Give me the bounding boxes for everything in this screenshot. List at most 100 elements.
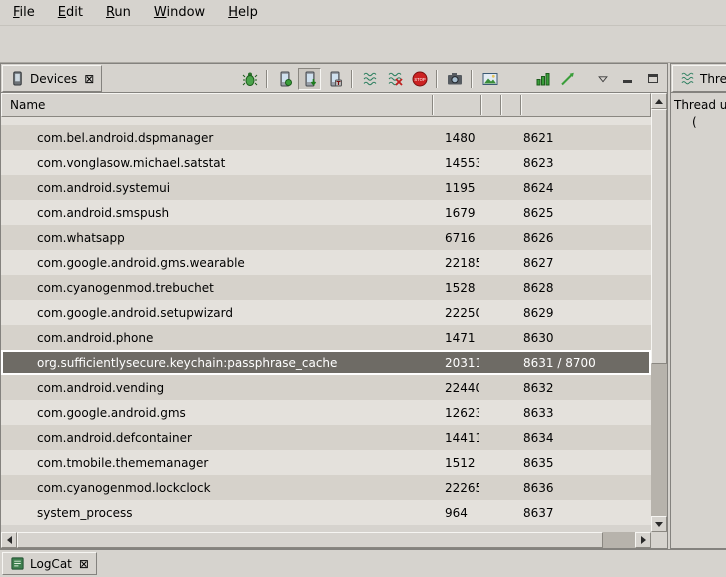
arrow-up-icon [655, 99, 663, 104]
tab-threads[interactable]: Threa [672, 65, 726, 92]
process-port: 8626 [519, 231, 651, 245]
table-row[interactable]: system_process 964 8637 [1, 500, 651, 525]
tab-devices[interactable]: Devices ⊠ [2, 65, 102, 92]
dump-hprof-button[interactable] [298, 68, 321, 90]
process-name: org.sufficientlysecure.keychain:passphra… [1, 356, 431, 370]
process-name: com.google.android.setupwizard [1, 306, 431, 320]
table-row[interactable]: com.google.android.gms.wearable 22185 86… [1, 250, 651, 275]
view-menu-button[interactable] [591, 68, 614, 90]
logcat-icon [10, 556, 25, 571]
table-row[interactable]: org.sufficientlysecure.keychain:passphra… [1, 350, 651, 375]
tab-logcat[interactable]: LogCat ⊠ [2, 552, 97, 575]
process-pid: 22265 [431, 481, 479, 495]
column-header-name[interactable]: Name [10, 98, 45, 112]
column-divider[interactable] [500, 95, 502, 115]
table-header: Name [1, 93, 651, 117]
table-row[interactable]: com.google.android.gms 12623 8633 [1, 400, 651, 425]
column-divider[interactable] [520, 95, 522, 115]
process-name: com.android.systemui [1, 181, 431, 195]
logcat-tab-label: LogCat [30, 557, 72, 571]
table-row[interactable]: com.bel.android.dspmanager 1480 8621 [1, 125, 651, 150]
process-name: com.whatsapp [1, 231, 431, 245]
process-table: Name com.bel.android.dspmanager 1480 862… [1, 93, 667, 548]
horizontal-scrollbar-thumb[interactable] [17, 532, 603, 548]
bug-icon [242, 71, 258, 87]
process-port: 8624 [519, 181, 651, 195]
devices-tabbar: Devices ⊠ [1, 64, 667, 93]
process-port: 8634 [519, 431, 651, 445]
process-port: 8627 [519, 256, 651, 270]
scroll-down-button[interactable] [651, 516, 667, 532]
process-pid: 1528 [431, 281, 479, 295]
process-pid: 20311 [431, 356, 479, 370]
process-name: com.cyanogenmod.lockclock [1, 481, 431, 495]
column-divider[interactable] [480, 95, 482, 115]
scroll-up-button[interactable] [651, 93, 667, 109]
process-name: com.vonglasow.michael.satstat [1, 156, 431, 170]
update-threads-button[interactable] [358, 68, 381, 90]
devices-toolbar: STOP [238, 66, 664, 91]
minimize-button[interactable] [616, 68, 639, 90]
trace-line-button[interactable] [556, 68, 579, 90]
table-row[interactable]: com.cyanogenmod.trebuchet 1528 8628 [1, 275, 651, 300]
stop-icon: STOP [412, 71, 428, 87]
table-row[interactable]: com.tmobile.thememanager 1512 8635 [1, 450, 651, 475]
toolbar-separator [266, 70, 268, 88]
debug-process-button[interactable] [238, 68, 261, 90]
table-row[interactable]: com.android.phone 1471 8630 [1, 325, 651, 350]
table-row[interactable]: com.whatsapp 6716 8626 [1, 225, 651, 250]
phone-hprof-icon [302, 71, 318, 87]
update-heap-button[interactable] [273, 68, 296, 90]
toolbar-separator [471, 70, 473, 88]
logcat-tab-close-icon[interactable]: ⊠ [79, 558, 89, 570]
table-row[interactable]: com.google.android.setupwizard 22250 862… [1, 300, 651, 325]
green-trend-icon [560, 71, 576, 87]
process-name: com.android.smspush [1, 206, 431, 220]
process-pid: 1679 [431, 206, 479, 220]
horizontal-scrollbar[interactable] [1, 532, 651, 548]
process-pid: 12623 [431, 406, 479, 420]
process-pid: 964 [431, 506, 479, 520]
vertical-scrollbar-thumb[interactable] [651, 109, 667, 364]
table-row[interactable]: com.vonglasow.michael.satstat 14553 8623 [1, 150, 651, 175]
vertical-scrollbar[interactable] [651, 93, 667, 532]
devices-tab-close-icon[interactable]: ⊠ [84, 73, 94, 85]
process-name: system_process [1, 506, 431, 520]
phone-gc-icon [327, 71, 343, 87]
devices-tab-label: Devices [30, 72, 77, 86]
threads-tab-label: Threa [700, 72, 726, 86]
screen-capture-button[interactable] [443, 68, 466, 90]
toolbar-separator [351, 70, 353, 88]
stop-process-button[interactable]: STOP [408, 68, 431, 90]
arrow-right-icon [641, 536, 646, 544]
table-row[interactable]: com.android.systemui 1195 8624 [1, 175, 651, 200]
scroll-right-button[interactable] [635, 532, 651, 548]
process-pid: 22440 [431, 381, 479, 395]
maximize-button[interactable] [641, 68, 664, 90]
menu-edit[interactable]: Edit [49, 2, 92, 23]
capture-view-button[interactable] [478, 68, 501, 90]
sysinfo-columns-button[interactable] [531, 68, 554, 90]
process-pid: 1195 [431, 181, 479, 195]
toolbar-strip [0, 27, 726, 63]
column-divider[interactable] [432, 95, 434, 115]
threads-message-line1: Thread up [674, 97, 726, 114]
process-name: com.tmobile.thememanager [1, 456, 431, 470]
menu-help[interactable]: Help [219, 2, 267, 23]
table-row[interactable]: com.android.defcontainer 14411 8634 [1, 425, 651, 450]
menu-file[interactable]: File [4, 2, 44, 23]
table-row[interactable]: com.cyanogenmod.lockclock 22265 8636 [1, 475, 651, 500]
threads-tab-icon [680, 71, 695, 86]
table-row[interactable]: com.android.vending 22440 8632 [1, 375, 651, 400]
toolbar-separator [436, 70, 438, 88]
process-port: 8623 [519, 156, 651, 170]
cause-gc-button[interactable] [323, 68, 346, 90]
stop-profiling-button[interactable] [383, 68, 406, 90]
process-port: 8630 [519, 331, 651, 345]
menu-window[interactable]: Window [145, 2, 214, 23]
scroll-left-button[interactable] [1, 532, 17, 548]
ddms-window: File Edit Run Window Help Devices ⊠ [0, 0, 726, 577]
process-name: com.android.vending [1, 381, 431, 395]
menu-run[interactable]: Run [97, 2, 140, 23]
table-row[interactable]: com.android.smspush 1679 8625 [1, 200, 651, 225]
